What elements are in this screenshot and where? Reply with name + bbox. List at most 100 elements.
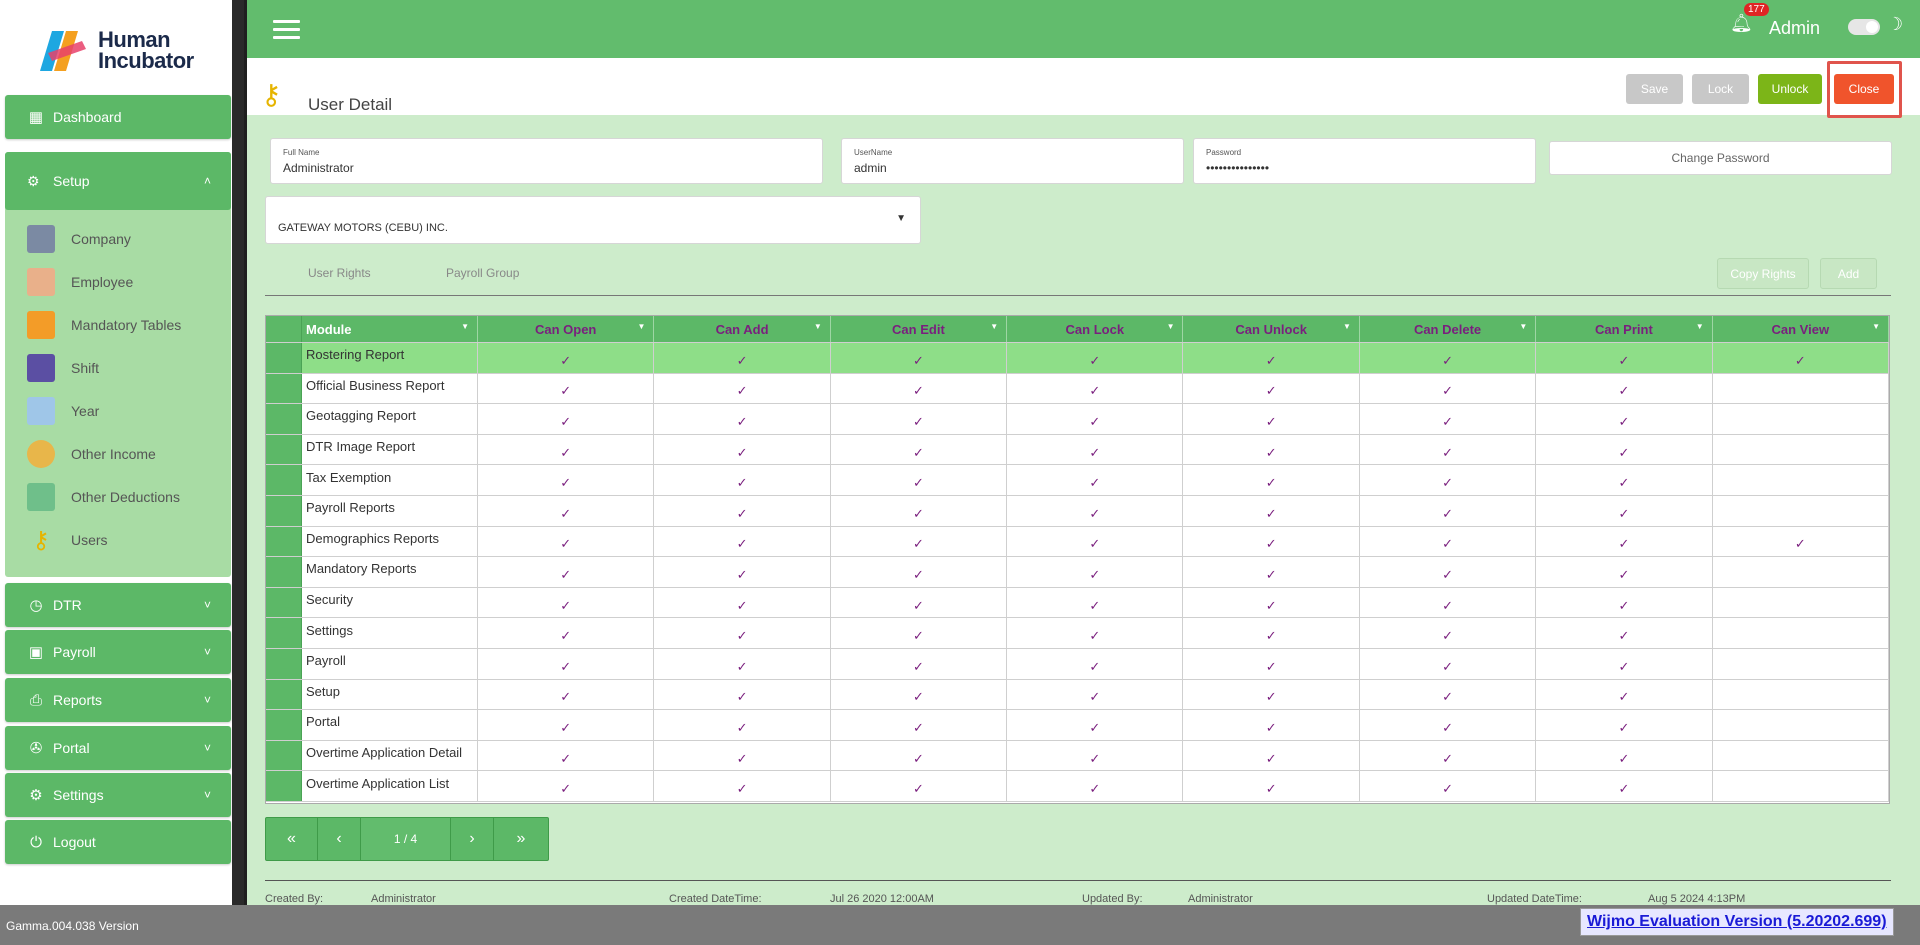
permission-cell[interactable]: ✓ (1183, 771, 1360, 801)
permission-cell[interactable]: ✓ (1007, 557, 1184, 587)
permission-cell[interactable]: ✓ (1536, 526, 1713, 557)
permission-cell[interactable] (1713, 649, 1889, 679)
table-row[interactable]: Payroll ✓ ✓ ✓ ✓ ✓ ✓ ✓ (266, 649, 1889, 680)
table-row[interactable]: Overtime Application List ✓ ✓ ✓ ✓ ✓ ✓ ✓ (266, 771, 1889, 802)
permission-cell[interactable]: ✓ (1007, 404, 1184, 434)
permission-cell[interactable]: ✓ (478, 373, 655, 404)
filter-icon[interactable]: ▼ (1519, 322, 1527, 331)
permission-cell[interactable]: ✓ (1183, 740, 1360, 771)
permission-cell[interactable]: ✓ (478, 740, 655, 771)
nav-dashboard[interactable]: ▦ Dashboard (5, 95, 231, 139)
module-cell[interactable]: Tax Exemption (302, 465, 478, 495)
row-header[interactable] (266, 618, 302, 648)
column-header[interactable]: Can Print ▼ (1536, 316, 1713, 342)
table-row[interactable]: Payroll Reports ✓ ✓ ✓ ✓ ✓ ✓ ✓ (266, 496, 1889, 527)
permission-cell[interactable]: ✓ (831, 465, 1008, 495)
permission-cell[interactable]: ✓ (654, 618, 831, 648)
permission-cell[interactable]: ✓ (1007, 343, 1184, 373)
module-cell[interactable]: Payroll Reports (302, 496, 478, 526)
permission-cell[interactable] (1713, 465, 1889, 495)
row-header[interactable] (266, 465, 302, 495)
permission-cell[interactable]: ✓ (1360, 465, 1537, 495)
filter-icon[interactable]: ▼ (1167, 322, 1175, 331)
nav-reports[interactable]: ⎙ Reports ˅ (5, 678, 231, 722)
lock-button[interactable]: Lock (1692, 74, 1749, 104)
permission-cell[interactable]: ✓ (478, 587, 655, 618)
table-row[interactable]: Setup ✓ ✓ ✓ ✓ ✓ ✓ ✓ (266, 679, 1889, 711)
permission-cell[interactable]: ✓ (1183, 587, 1360, 618)
permission-cell[interactable]: ✓ (831, 679, 1008, 710)
permission-cell[interactable]: ✓ (654, 465, 831, 495)
permission-cell[interactable]: ✓ (831, 649, 1008, 679)
unlock-button[interactable]: Unlock (1758, 74, 1822, 104)
permission-cell[interactable]: ✓ (1183, 618, 1360, 648)
permission-cell[interactable]: ✓ (654, 557, 831, 587)
permission-cell[interactable]: ✓ (1536, 679, 1713, 710)
permission-cell[interactable]: ✓ (831, 343, 1008, 373)
permission-cell[interactable]: ✓ (831, 740, 1008, 771)
permission-cell[interactable]: ✓ (654, 404, 831, 434)
permission-cell[interactable]: ✓ (831, 373, 1008, 404)
permission-cell[interactable]: ✓ (1536, 434, 1713, 465)
last-page-button[interactable]: » (494, 818, 548, 860)
permission-cell[interactable] (1713, 679, 1889, 710)
permission-cell[interactable]: ✓ (831, 496, 1008, 526)
module-cell[interactable]: Setup (302, 679, 478, 710)
permission-cell[interactable]: ✓ (1183, 496, 1360, 526)
module-cell[interactable]: Overtime Application List (302, 771, 478, 801)
column-header[interactable]: Can Delete ▼ (1360, 316, 1537, 342)
column-header[interactable]: Can Open ▼ (478, 316, 655, 342)
row-header[interactable] (266, 710, 302, 740)
module-cell[interactable]: DTR Image Report (302, 434, 478, 465)
permission-cell[interactable]: ✓ (1360, 649, 1537, 679)
column-header[interactable]: Can Lock ▼ (1007, 316, 1184, 342)
permission-cell[interactable]: ✓ (1536, 587, 1713, 618)
permission-cell[interactable] (1713, 496, 1889, 526)
permission-cell[interactable] (1713, 740, 1889, 771)
close-button[interactable]: Close (1834, 74, 1894, 104)
filter-icon[interactable]: ▼ (1872, 322, 1880, 331)
change-password-button[interactable]: Change Password (1549, 141, 1892, 175)
theme-toggle[interactable] (1848, 19, 1880, 35)
permission-cell[interactable]: ✓ (1183, 710, 1360, 740)
table-row[interactable]: Geotagging Report ✓ ✓ ✓ ✓ ✓ ✓ ✓ (266, 404, 1889, 435)
permission-cell[interactable] (1713, 557, 1889, 587)
permission-cell[interactable]: ✓ (1007, 771, 1184, 801)
nav-logout[interactable]: ⏻ Logout (5, 820, 231, 864)
permission-cell[interactable]: ✓ (1536, 465, 1713, 495)
permission-cell[interactable]: ✓ (478, 679, 655, 710)
copy-rights-button[interactable]: Copy Rights (1717, 258, 1809, 289)
module-cell[interactable]: Settings (302, 618, 478, 648)
prev-page-button[interactable]: ‹ (318, 818, 361, 860)
permission-cell[interactable]: ✓ (1183, 465, 1360, 495)
permission-cell[interactable]: ✓ (1007, 526, 1184, 557)
add-button[interactable]: Add (1820, 258, 1877, 289)
wijmo-evaluation-link[interactable]: Wijmo Evaluation Version (5.20202.699) (1580, 908, 1894, 936)
table-row[interactable]: Overtime Application Detail ✓ ✓ ✓ ✓ ✓ ✓ ✓ (266, 740, 1889, 772)
table-row[interactable]: Portal ✓ ✓ ✓ ✓ ✓ ✓ ✓ (266, 710, 1889, 741)
table-row[interactable]: Rostering Report ✓ ✓ ✓ ✓ ✓ ✓ ✓ ✓ (266, 343, 1889, 374)
column-header[interactable]: Module ▼ (302, 316, 478, 342)
table-row[interactable]: Official Business Report ✓ ✓ ✓ ✓ ✓ ✓ ✓ (266, 373, 1889, 405)
permission-cell[interactable]: ✓ (478, 434, 655, 465)
row-header[interactable] (266, 343, 302, 373)
table-row[interactable]: Demographics Reports ✓ ✓ ✓ ✓ ✓ ✓ ✓ ✓ (266, 526, 1889, 558)
row-header[interactable] (266, 557, 302, 587)
permission-cell[interactable]: ✓ (1360, 587, 1537, 618)
filter-icon[interactable]: ▼ (1343, 322, 1351, 331)
permission-cell[interactable]: ✓ (478, 496, 655, 526)
permission-cell[interactable]: ✓ (654, 710, 831, 740)
permission-cell[interactable]: ✓ (1360, 526, 1537, 557)
tab-user-rights[interactable]: User Rights (308, 266, 371, 280)
permission-cell[interactable]: ✓ (1360, 771, 1537, 801)
permission-cell[interactable]: ✓ (1360, 373, 1537, 404)
nav-dtr[interactable]: ◷ DTR ˅ (5, 583, 231, 627)
column-header[interactable]: Can Unlock ▼ (1183, 316, 1360, 342)
permission-cell[interactable]: ✓ (1007, 740, 1184, 771)
table-row[interactable]: Settings ✓ ✓ ✓ ✓ ✓ ✓ ✓ (266, 618, 1889, 649)
table-row[interactable]: DTR Image Report ✓ ✓ ✓ ✓ ✓ ✓ ✓ (266, 434, 1889, 466)
sidebar-item-shift[interactable]: Shift (27, 351, 99, 385)
permission-cell[interactable]: ✓ (1536, 404, 1713, 434)
permission-cell[interactable]: ✓ (478, 526, 655, 557)
next-page-button[interactable]: › (451, 818, 494, 860)
